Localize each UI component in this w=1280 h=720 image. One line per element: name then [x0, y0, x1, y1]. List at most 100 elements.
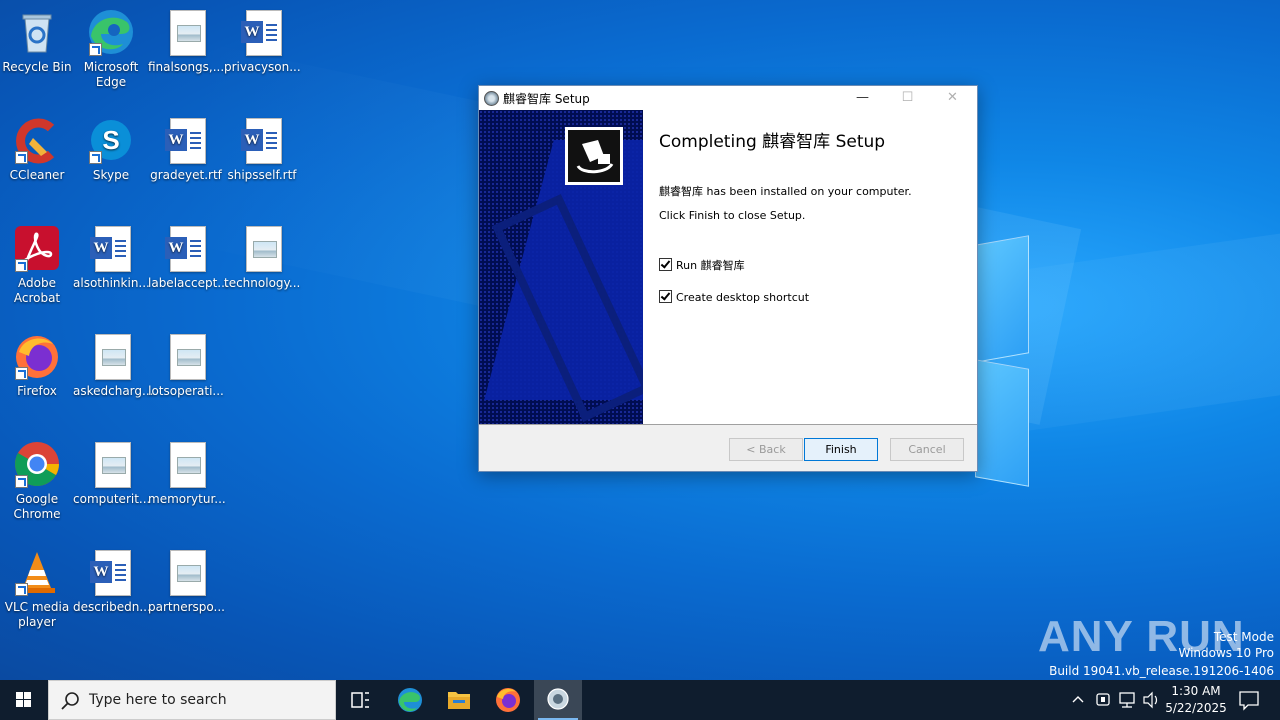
desktop-icon-image-file[interactable]: finalsongs,...	[148, 8, 224, 75]
taskbar: Type here to search 1:30 AM 5/22/2025	[0, 680, 1280, 720]
tray-device-button[interactable]	[1092, 680, 1114, 720]
desktop-icon-image-file[interactable]: computerit...	[73, 440, 151, 507]
desktop-icon-label: computerit...	[73, 492, 151, 506]
windows-logo-wallpaper	[975, 235, 1030, 487]
word-file-icon: W	[87, 224, 135, 272]
taskbar-installer-button[interactable]	[534, 680, 582, 720]
desktop-icon-label: Google Chrome	[13, 492, 61, 521]
taskbar-clock[interactable]: 1:30 AM 5/22/2025	[1160, 683, 1232, 717]
desktop-icon-recycle-bin[interactable]: Recycle Bin	[0, 8, 75, 75]
edge-icon	[398, 688, 422, 712]
volume-icon	[1143, 691, 1158, 709]
desktop-icon-google-chrome[interactable]: Google Chrome	[0, 440, 75, 522]
desktop-shortcut-label: Create desktop shortcut	[676, 291, 810, 304]
taskbar-file-explorer-button[interactable]	[435, 680, 483, 720]
minimize-button[interactable]: —	[840, 86, 885, 110]
word-file-icon: W	[238, 8, 286, 56]
desktop-icon-label: askedcharg...	[73, 384, 154, 398]
tray-network-button[interactable]	[1116, 680, 1138, 720]
image-file-icon	[87, 440, 135, 488]
installer-banner	[479, 110, 643, 424]
task-view-button[interactable]	[336, 680, 384, 720]
firefox-icon	[13, 332, 61, 380]
desktop-icon-word-file[interactable]: W labelaccept...	[148, 224, 229, 291]
desktop-icon-image-file[interactable]: memorytur...	[148, 440, 226, 507]
word-file-icon: W	[87, 548, 135, 596]
acrobat-icon	[13, 224, 61, 272]
checkbox-checked-icon[interactable]	[659, 290, 672, 303]
desktop-icon-word-file[interactable]: W shipsself.rtf	[224, 116, 300, 183]
skype-icon: S	[87, 116, 135, 164]
recycle-bin-icon	[13, 8, 61, 56]
finish-instruction: Click Finish to close Setup.	[659, 209, 806, 222]
desktop-icon-label: Firefox	[17, 384, 57, 398]
desktop-icon-firefox[interactable]: Firefox	[0, 332, 75, 399]
desktop-icon-image-file[interactable]: lotsoperati...	[148, 332, 224, 399]
search-placeholder: Type here to search	[89, 692, 227, 708]
desktop-shortcut-checkbox[interactable]: Create desktop shortcut	[659, 290, 809, 304]
desktop-icon-word-file[interactable]: W gradeyet.rtf	[148, 116, 224, 183]
chrome-icon	[13, 440, 61, 488]
installed-message: 麒睿智库 has been installed on your computer…	[659, 185, 912, 198]
desktop-icon-label: privacyson...	[224, 60, 301, 74]
clock-time: 1:30 AM	[1171, 684, 1221, 698]
desktop-icon-label: labelaccept...	[148, 276, 229, 290]
image-file-icon	[238, 224, 286, 272]
ccleaner-icon	[13, 116, 61, 164]
desktop-icon-word-file[interactable]: W describedn...	[73, 548, 151, 615]
image-file-icon	[162, 440, 210, 488]
network-icon	[1119, 692, 1135, 708]
show-hidden-icons-button[interactable]	[1068, 680, 1088, 720]
shortcut-arrow-icon	[15, 151, 28, 164]
firefox-icon	[496, 688, 520, 712]
test-mode-text: Test Mode	[1213, 630, 1274, 644]
word-file-icon: W	[162, 116, 210, 164]
desktop-icon-image-file[interactable]: partnerspo...	[148, 548, 225, 615]
task-view-icon	[351, 692, 369, 708]
tray-volume-button[interactable]	[1140, 680, 1162, 720]
desktop-icon-vlc[interactable]: VLC media player	[0, 548, 75, 630]
completion-heading: Completing 麒睿智库 Setup	[659, 132, 886, 152]
footer-divider	[479, 424, 977, 425]
close-button[interactable]: ✕	[930, 86, 975, 110]
device-icon	[1096, 693, 1110, 706]
desktop-icon-label: Microsoft Edge	[83, 60, 139, 89]
image-file-icon	[162, 332, 210, 380]
installer-content: Completing 麒睿智库 Setup 麒睿智库 has been inst…	[643, 110, 977, 424]
desktop-icon-microsoft-edge[interactable]: Microsoft Edge	[73, 8, 149, 90]
desktop-icon-image-file[interactable]: technology...	[224, 224, 300, 291]
desktop-icon-label: Skype	[92, 168, 130, 182]
svg-text:S: S	[102, 125, 119, 155]
desktop-icon-label: shipsself.rtf	[227, 168, 297, 182]
back-button[interactable]: < Back	[729, 438, 803, 461]
desktop-icon-word-file[interactable]: W privacyson...	[224, 8, 301, 75]
installer-app-icon	[484, 91, 499, 106]
desktop-icon-label: memorytur...	[148, 492, 226, 506]
desktop-icon-label: technology...	[224, 276, 301, 290]
desktop-icon-label: partnerspo...	[148, 600, 225, 614]
desktop-icon-label: VLC media player	[4, 600, 70, 629]
shortcut-arrow-icon	[89, 43, 102, 56]
desktop-icon-adobe-acrobat[interactable]: Adobe Acrobat	[0, 224, 75, 306]
desktop-icon-skype[interactable]: S Skype	[73, 116, 149, 183]
taskbar-search-box[interactable]: Type here to search	[48, 680, 336, 720]
start-button[interactable]	[0, 680, 48, 720]
cancel-button[interactable]: Cancel	[890, 438, 964, 461]
finish-button[interactable]: Finish	[804, 438, 878, 461]
action-center-button[interactable]	[1232, 680, 1266, 720]
desktop-icon-label: alsothinkin...	[73, 276, 150, 290]
desktop-icon-ccleaner[interactable]: CCleaner	[0, 116, 75, 183]
maximize-button[interactable]: ☐	[885, 86, 930, 110]
desktop-icon-image-file[interactable]: askedcharg...	[73, 332, 154, 399]
checkbox-checked-icon[interactable]	[659, 258, 672, 271]
folder-icon	[448, 692, 470, 709]
window-titlebar[interactable]: 麒睿智库 Setup — ☐ ✕	[479, 86, 977, 110]
windows-start-icon	[16, 692, 31, 707]
installer-logo-icon	[565, 127, 623, 185]
run-app-checkbox[interactable]: Run 麒睿智库	[659, 257, 745, 273]
taskbar-firefox-button[interactable]	[484, 680, 532, 720]
word-file-icon: W	[162, 224, 210, 272]
desktop-icon-word-file[interactable]: W alsothinkin...	[73, 224, 150, 291]
taskbar-edge-button[interactable]	[386, 680, 434, 720]
shortcut-arrow-icon	[15, 583, 28, 596]
